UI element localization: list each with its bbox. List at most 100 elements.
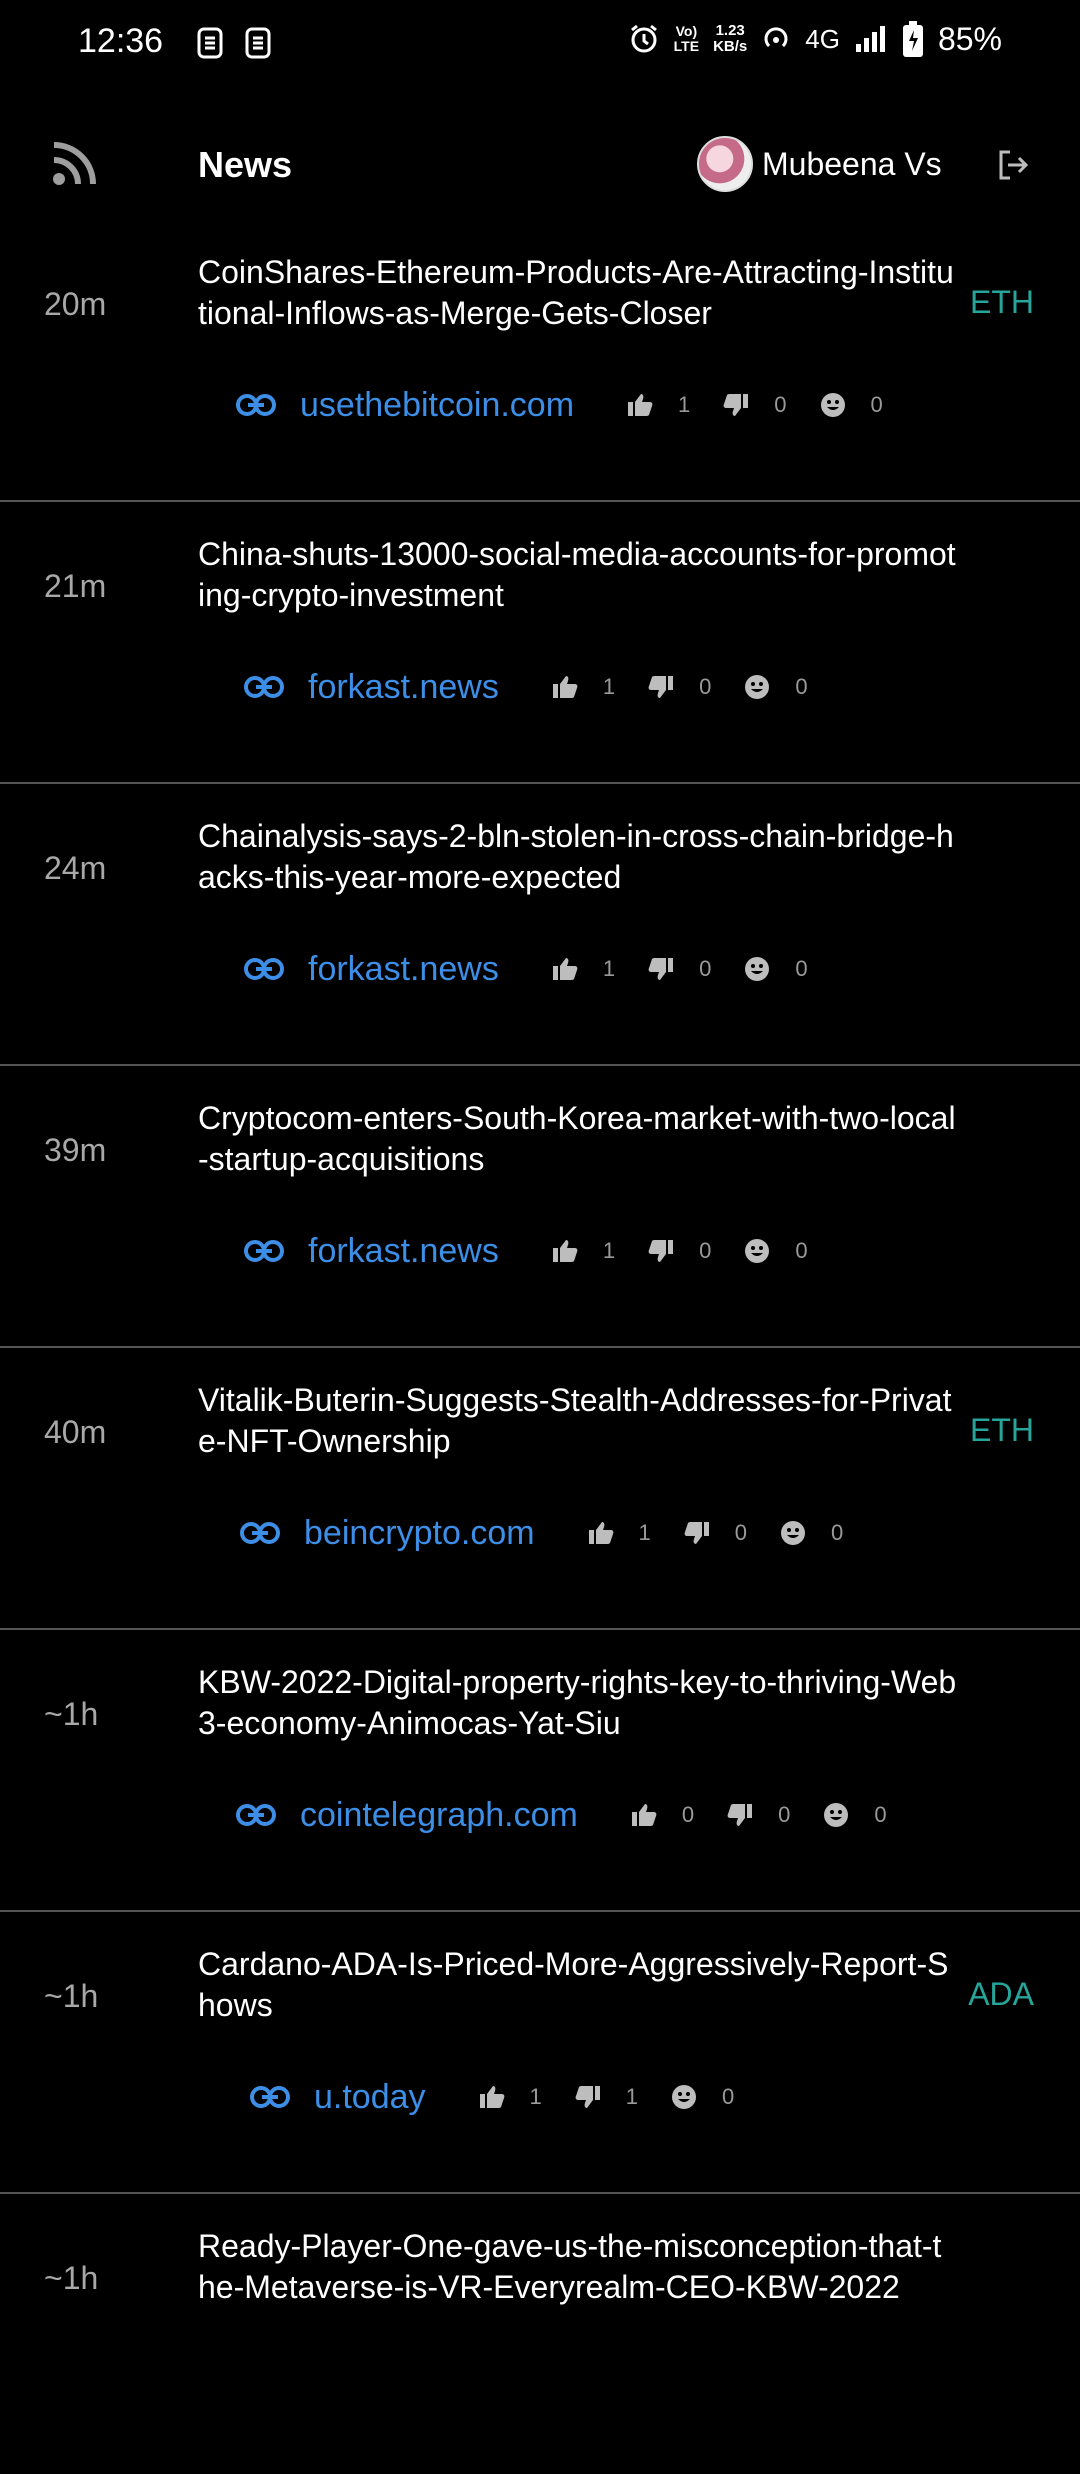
news-source-link[interactable]: beincrypto.com [240,1514,535,1553]
news-item[interactable]: 20m CoinShares-Ethereum-Products-Are-Attr… [0,220,1080,502]
news-time: ~1h [44,1978,99,2014]
link-icon [236,394,276,416]
news-meta: cointelegraph.com 0 0 0 [236,1790,887,1840]
thumbs-up-icon[interactable] [551,1237,579,1265]
news-item[interactable]: 21m China-shuts-13000-social-media-accoun… [0,502,1080,784]
reactions: 1 0 0 [551,955,808,983]
network-speed-value: 1.23 [715,22,745,39]
thumbs-down-icon[interactable] [647,673,675,701]
emoji-count: 0 [874,1802,887,1827]
signal-icon [854,24,888,54]
app-header: News Mubeena Vs [0,120,1080,210]
news-source[interactable]: usethebitcoin.com [300,386,574,425]
news-meta: forkast.news 1 0 0 [244,662,808,712]
news-time: ~1h [44,2260,99,2296]
reactions: 0 0 0 [630,1801,887,1829]
hotspot-icon [761,24,791,54]
reactions: 1 0 0 [587,1519,844,1547]
news-headline[interactable]: Ready-Player-One-gave-us-the-misconcepti… [198,2226,958,2308]
news-item[interactable]: ~1h Cardano-ADA-Is-Priced-More-Aggressive… [0,1912,1080,2194]
news-source-link[interactable]: forkast.news [244,950,499,989]
news-source[interactable]: u.today [314,2078,426,2117]
thumbs-up-icon[interactable] [626,391,654,419]
news-time: 24m [44,850,107,886]
news-time: 21m [44,568,107,604]
news-item[interactable]: 40m Vitalik-Buterin-Suggests-Stealth-Addr… [0,1348,1080,1630]
news-item[interactable]: ~1h KBW-2022-Digital-property-rights-key-… [0,1630,1080,1912]
news-headline[interactable]: CoinShares-Ethereum-Products-Are-Attract… [198,252,958,334]
like-count: 1 [602,674,616,699]
network-speed: 1.23 KB/s [713,23,747,55]
news-headline[interactable]: Vitalik-Buterin-Suggests-Stealth-Address… [198,1380,958,1462]
notification-icons [196,26,272,60]
news-headline[interactable]: Chainalysis-says-2-bln-stolen-in-cross-c… [198,816,958,898]
dislike-count: 0 [699,1238,712,1263]
emoji-count: 0 [795,956,808,981]
like-count: 1 [529,2084,542,2109]
thumbs-down-icon[interactable] [647,955,675,983]
news-source[interactable]: cointelegraph.com [300,1796,578,1835]
app-notification-icon [245,27,271,59]
dislike-count: 0 [734,1520,748,1545]
news-source-link[interactable]: cointelegraph.com [236,1796,578,1835]
coin-tag[interactable]: ADA [968,1976,1034,2013]
link-icon [244,958,284,980]
emoji-icon[interactable] [819,391,847,419]
link-icon [236,1804,276,1826]
link-icon [244,1240,284,1262]
emoji-icon[interactable] [743,673,771,701]
news-source[interactable]: beincrypto.com [304,1514,535,1553]
user-name[interactable]: Mubeena Vs [762,146,942,183]
thumbs-down-icon[interactable] [574,2083,602,2111]
news-source-link[interactable]: forkast.news [244,668,499,707]
emoji-icon[interactable] [743,1237,771,1265]
link-icon [240,1522,280,1544]
thumbs-down-icon[interactable] [683,1519,711,1547]
coin-tag[interactable]: ETH [970,284,1034,321]
news-source[interactable]: forkast.news [308,1232,499,1271]
emoji-count: 0 [831,1520,844,1545]
news-headline[interactable]: KBW-2022-Digital-property-rights-key-to-… [198,1662,958,1744]
thumbs-up-icon[interactable] [630,1801,658,1829]
like-count: 1 [602,1238,616,1263]
emoji-icon[interactable] [670,2083,698,2111]
coin-tag[interactable]: ETH [970,1412,1034,1449]
news-time: ~1h [44,1696,99,1732]
thumbs-up-icon[interactable] [478,2083,506,2111]
reactions: 1 0 0 [551,673,808,701]
volte-top: Vo) [675,23,698,39]
thumbs-down-icon[interactable] [726,1801,754,1829]
news-source-link[interactable]: forkast.news [244,1232,499,1271]
news-item[interactable]: ~1h Ready-Player-One-gave-us-the-misconce… [0,2194,1080,2474]
emoji-count: 0 [795,1238,808,1263]
network-speed-unit: KB/s [713,38,748,55]
emoji-icon[interactable] [779,1519,807,1547]
news-source-link[interactable]: usethebitcoin.com [236,386,574,425]
news-source[interactable]: forkast.news [308,668,499,707]
thumbs-down-icon[interactable] [647,1237,675,1265]
like-count: 1 [602,956,616,981]
volte-bottom: LTE [673,38,700,54]
battery-icon [902,20,924,58]
thumbs-up-icon[interactable] [587,1519,615,1547]
news-list: 20m CoinShares-Ethereum-Products-Are-Attr… [0,220,1080,2474]
thumbs-up-icon[interactable] [551,673,579,701]
app-notification-icon [197,27,223,59]
news-source[interactable]: forkast.news [308,950,499,989]
thumbs-down-icon[interactable] [722,391,750,419]
news-item[interactable]: 39m Cryptocom-enters-South-Korea-market-w… [0,1066,1080,1348]
emoji-icon[interactable] [822,1801,850,1829]
news-headline[interactable]: Cardano-ADA-Is-Priced-More-Aggressively-… [198,1944,958,2026]
logout-icon[interactable] [996,148,1030,182]
news-meta: beincrypto.com 1 0 0 [240,1508,843,1558]
news-source-link[interactable]: u.today [250,2078,426,2117]
news-headline[interactable]: Cryptocom-enters-South-Korea-market-with… [198,1098,958,1180]
avatar[interactable] [697,136,753,192]
thumbs-up-icon[interactable] [551,955,579,983]
rss-icon[interactable] [52,140,98,186]
emoji-icon[interactable] [743,955,771,983]
link-icon [244,676,284,698]
news-headline[interactable]: China-shuts-13000-social-media-accounts-… [198,534,958,616]
news-meta: usethebitcoin.com 1 0 0 [236,380,883,430]
news-item[interactable]: 24m Chainalysis-says-2-bln-stolen-in-cros… [0,784,1080,1066]
